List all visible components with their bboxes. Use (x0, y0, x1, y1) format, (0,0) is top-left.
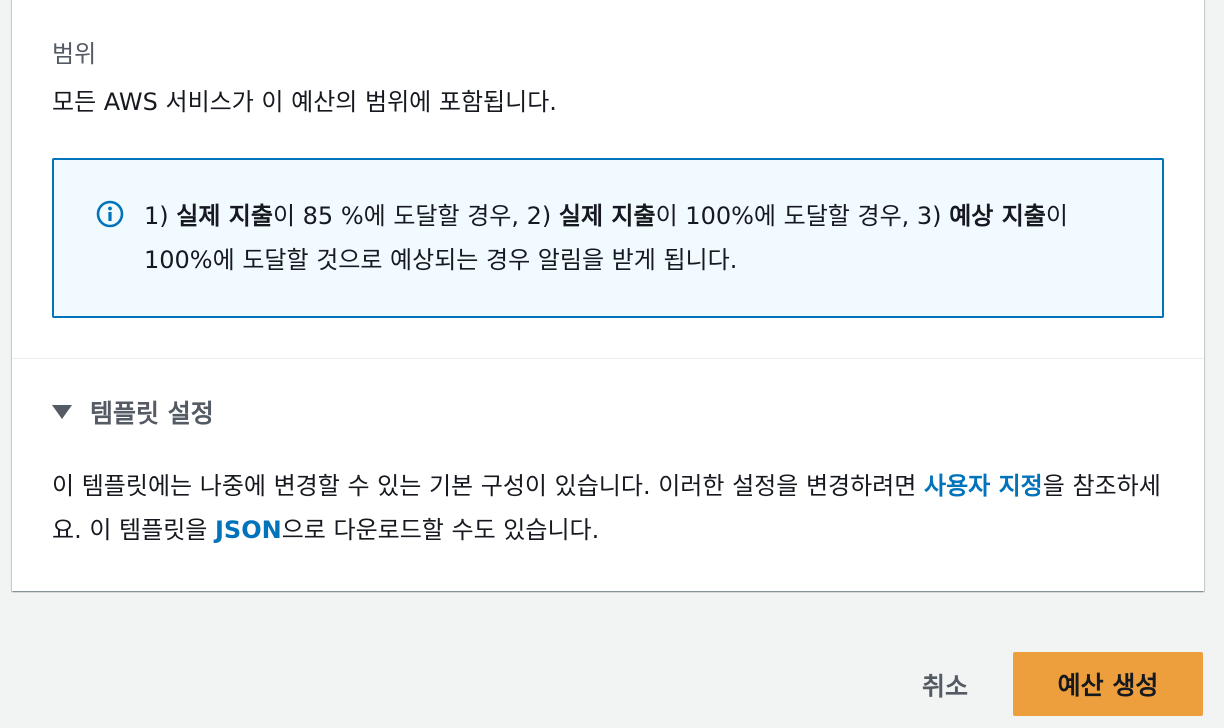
create-budget-button[interactable]: 예산 생성 (1013, 652, 1203, 716)
template-description: 이 템플릿에는 나중에 변경할 수 있는 기본 구성이 있습니다. 이러한 설정… (52, 464, 1172, 552)
customize-link[interactable]: 사용자 지정 (924, 472, 1043, 500)
cancel-button[interactable]: 취소 (904, 654, 986, 716)
alert-text-part: 1) (144, 202, 177, 230)
section-divider (12, 358, 1204, 359)
template-settings-title: 템플릿 설정 (90, 399, 214, 428)
alert-info-text: 1) 실제 지출이 85 %에 도달할 경우, 2) 실제 지출이 100%에 … (144, 194, 1124, 282)
alert-text-part: 이 85 %에 도달할 경우, 2) (272, 202, 559, 230)
template-settings-expander[interactable]: 템플릿 설정 (52, 394, 214, 430)
forecasted-spend-label: 예상 지출 (949, 202, 1046, 230)
template-desc-text: 이 템플릿에는 나중에 변경할 수 있는 기본 구성이 있습니다. 이러한 설정… (52, 472, 924, 500)
info-circle-icon (96, 200, 124, 228)
json-download-link[interactable]: JSON (215, 516, 282, 544)
scope-value: 모든 AWS 서비스가 이 예산의 범위에 포함됩니다. (52, 88, 557, 116)
actual-spend-label: 실제 지출 (176, 202, 273, 230)
template-desc-text: 으로 다운로드할 수도 있습니다. (281, 516, 600, 544)
alert-info-box: 1) 실제 지출이 85 %에 도달할 경우, 2) 실제 지출이 100%에 … (52, 158, 1164, 318)
alert-text-part: 이 100%에 도달할 경우, 3) (655, 202, 950, 230)
actual-spend-label: 실제 지출 (558, 202, 656, 230)
scope-label: 범위 (52, 40, 97, 68)
caret-down-icon (52, 405, 72, 419)
budget-review-panel: 범위 모든 AWS 서비스가 이 예산의 범위에 포함됩니다. 1) 실제 지출… (12, 0, 1204, 591)
